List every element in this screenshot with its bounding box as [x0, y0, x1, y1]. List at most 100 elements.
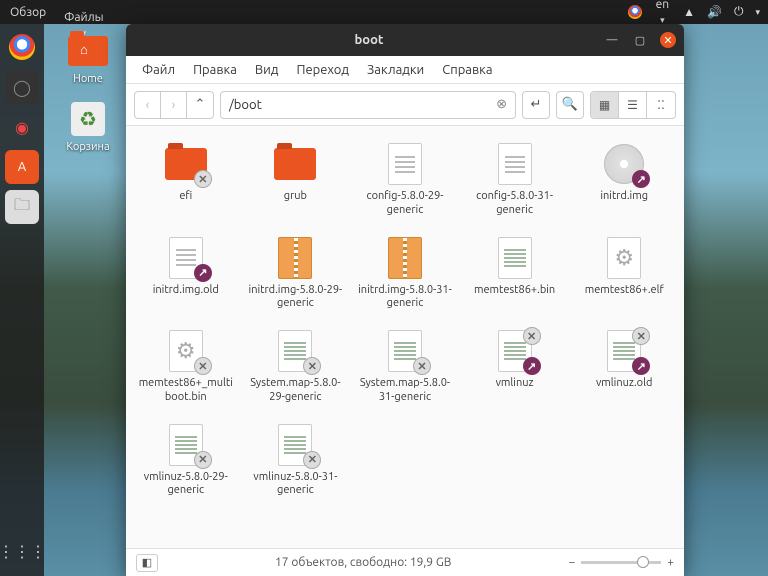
path-input[interactable]: /boot ⊗ — [220, 91, 516, 119]
menu-закладки[interactable]: Закладки — [359, 60, 432, 80]
menu-справка[interactable]: Справка — [434, 60, 500, 80]
file-item[interactable]: ⚙✕ memtest86+_multiboot.bin — [132, 323, 240, 411]
file-item[interactable]: ↗ initrd.img.old — [132, 230, 240, 318]
network-icon[interactable]: ▲ — [683, 5, 695, 19]
file-item[interactable]: ✕ vmlinuz-5.8.0-31-generic — [242, 417, 350, 505]
sidebar-toggle[interactable]: ◧ — [136, 554, 158, 572]
zoom-out-icon[interactable]: − — [568, 556, 575, 569]
file-icon: ⚙ — [600, 236, 648, 280]
file-label: initrd.img — [600, 190, 648, 204]
search-icon: 🔍 — [562, 97, 578, 112]
file-item[interactable]: memtest86+.bin — [461, 230, 569, 318]
titlebar[interactable]: boot — ▢ ✕ — [126, 24, 684, 56]
file-manager-window: boot — ▢ ✕ ФайлПравкаВидПереходЗакладкиС… — [126, 24, 684, 576]
file-item[interactable]: ✕ vmlinuz-5.8.0-29-generic — [132, 417, 240, 505]
file-label: initrd.img.old — [153, 284, 219, 298]
window-title: boot — [134, 33, 604, 47]
file-item[interactable]: ✕ System.map-5.8.0-29-generic — [242, 323, 350, 411]
desktop-home[interactable]: ⌂ Home — [58, 32, 118, 85]
file-icon — [271, 236, 319, 280]
dock-files[interactable]: 🗀 — [5, 190, 39, 224]
file-item[interactable]: config-5.8.0-31-generic — [461, 136, 569, 224]
folder-icon: 🗀 — [78, 0, 90, 7]
file-icon: ↗ — [162, 236, 210, 280]
maximize-button[interactable]: ▢ — [632, 32, 648, 48]
file-label: System.map-5.8.0-29-generic — [245, 377, 345, 405]
menu-правка[interactable]: Правка — [185, 60, 245, 80]
dock-app-2[interactable]: ◯ — [5, 70, 39, 104]
back-button[interactable]: ‹ — [135, 92, 161, 118]
menu-файл[interactable]: Файл — [134, 60, 183, 80]
show-apps-button[interactable]: ⋮⋮⋮ — [5, 534, 39, 568]
chevron-down-icon[interactable]: ▾ — [755, 7, 760, 18]
file-label: efi — [179, 190, 192, 204]
search-button[interactable]: 🔍 — [556, 91, 584, 119]
file-item[interactable]: config-5.8.0-29-generic — [351, 136, 459, 224]
toolbar: ‹ › ⌃ /boot ⊗ ↵ 🔍 ▦ ☰ ⁚⁚ — [126, 84, 684, 126]
minimize-button[interactable]: — — [604, 32, 620, 48]
file-area[interactable]: ✕ efi grub config-5.8.0-29-generic config-5.… — [126, 126, 684, 548]
menu-вид[interactable]: Вид — [247, 60, 287, 80]
file-label: vmlinuz — [496, 377, 534, 391]
file-label: vmlinuz-5.8.0-31-generic — [245, 471, 345, 499]
file-item[interactable]: ✕ efi — [132, 136, 240, 224]
file-icon: ✕ — [162, 423, 210, 467]
file-item[interactable]: ✕ System.map-5.8.0-31-generic — [351, 323, 459, 411]
clear-path-icon[interactable]: ⊗ — [496, 97, 507, 112]
dock-app-4[interactable]: A — [5, 150, 39, 184]
file-icon — [381, 236, 429, 280]
file-icon — [381, 142, 429, 186]
file-icon — [491, 236, 539, 280]
toggle-path-button[interactable]: ↵ — [522, 91, 550, 119]
file-item[interactable]: ✕↗ vmlinuz.old — [570, 323, 678, 411]
power-icon[interactable]: ⏻ — [734, 5, 744, 19]
file-label: initrd.img-5.8.0-31-generic — [355, 284, 455, 312]
dock-chrome[interactable] — [5, 30, 39, 64]
file-icon: ✕↗ — [491, 329, 539, 373]
file-item[interactable]: ⚙ memtest86+.elf — [570, 230, 678, 318]
file-label: System.map-5.8.0-31-generic — [355, 377, 455, 405]
file-item[interactable]: grub — [242, 136, 350, 224]
file-icon: ↗ — [600, 142, 648, 186]
icon-view-button[interactable]: ▦ — [591, 92, 619, 118]
zoom-slider[interactable]: − + — [568, 556, 674, 569]
statusbar: ◧ 17 объектов, свободно: 19,9 GB − + — [126, 548, 684, 576]
chrome-indicator-icon[interactable] — [628, 5, 642, 19]
file-item[interactable]: ✕↗ vmlinuz — [461, 323, 569, 411]
activities-button[interactable]: Обзор — [8, 0, 48, 25]
dock: ◯ ◉ A 🗀 ⋮⋮⋮ — [0, 24, 44, 576]
forward-button[interactable]: › — [161, 92, 187, 118]
file-item[interactable]: ↗ initrd.img — [570, 136, 678, 224]
file-label: vmlinuz.old — [596, 377, 653, 391]
up-button[interactable]: ⌃ — [187, 92, 213, 118]
file-icon: ✕ — [381, 329, 429, 373]
file-label: config-5.8.0-31-generic — [465, 190, 565, 218]
menubar: ФайлПравкаВидПереходЗакладкиСправка — [126, 56, 684, 84]
file-icon: ✕ — [162, 142, 210, 186]
file-label: memtest86+.elf — [585, 284, 664, 298]
status-text: 17 объектов, свободно: 19,9 GB — [158, 556, 568, 569]
dock-app-3[interactable]: ◉ — [5, 110, 39, 144]
file-label: vmlinuz-5.8.0-29-generic — [136, 471, 236, 499]
file-label: initrd.img-5.8.0-29-generic — [245, 284, 345, 312]
zoom-in-icon[interactable]: + — [667, 556, 674, 569]
file-label: grub — [284, 190, 307, 204]
compact-view-button[interactable]: ⁚⁚ — [647, 92, 675, 118]
file-label: memtest86+.bin — [474, 284, 555, 298]
file-icon: ✕ — [271, 423, 319, 467]
file-item[interactable]: initrd.img-5.8.0-29-generic — [242, 230, 350, 318]
file-label: config-5.8.0-29-generic — [355, 190, 455, 218]
file-icon: ✕ — [271, 329, 319, 373]
file-icon: ✕↗ — [600, 329, 648, 373]
file-label: memtest86+_multiboot.bin — [136, 377, 236, 405]
desktop-trash[interactable]: ♻ Корзина — [58, 100, 118, 153]
file-item[interactable]: initrd.img-5.8.0-31-generic — [351, 230, 459, 318]
system-topbar: Обзор 🗀 Файлы ▾ en ▾ ▲ 🔊 ⏻ ▾ — [0, 0, 768, 24]
close-button[interactable]: ✕ — [660, 32, 676, 48]
list-view-button[interactable]: ☰ — [619, 92, 647, 118]
file-icon — [491, 142, 539, 186]
file-icon: ⚙✕ — [162, 329, 210, 373]
volume-icon[interactable]: 🔊 — [707, 5, 722, 19]
file-icon — [271, 142, 319, 186]
menu-переход[interactable]: Переход — [288, 60, 357, 80]
